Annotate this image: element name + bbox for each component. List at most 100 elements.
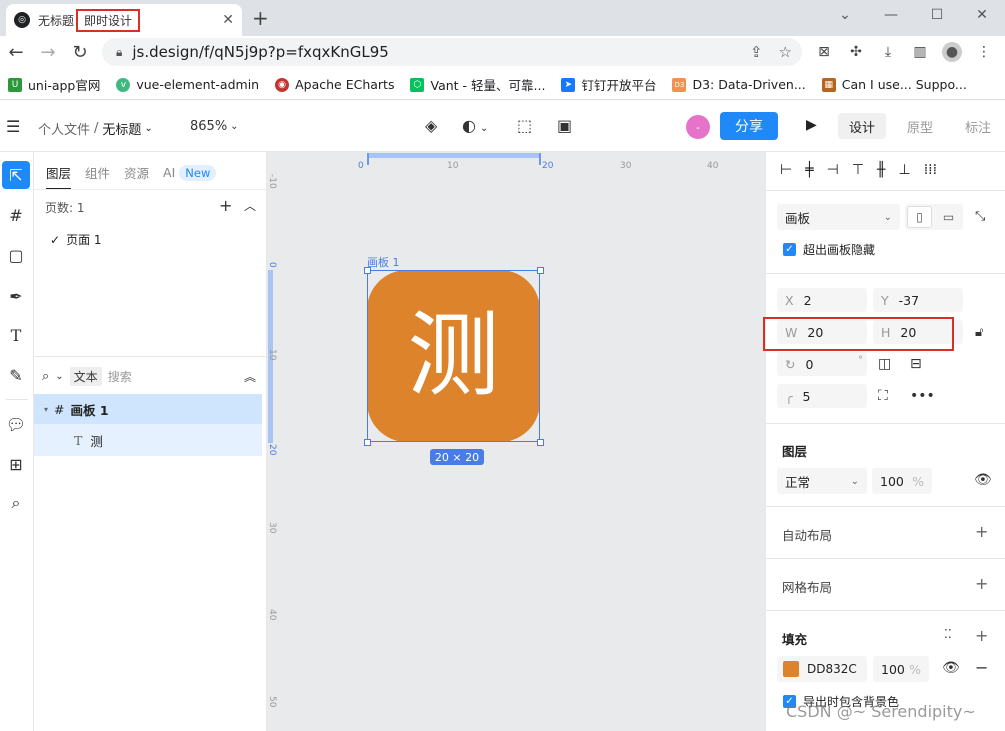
- fit-content-icon[interactable]: ⤡: [975, 209, 985, 224]
- tab-ai[interactable]: AI New: [163, 165, 217, 188]
- page-item[interactable]: ✓ 页面 1: [50, 231, 102, 248]
- align-left-icon[interactable]: ⊢: [780, 162, 792, 178]
- back-arrow-icon[interactable]: ←: [4, 42, 28, 63]
- layer-opacity-field[interactable]: 100 %: [872, 468, 932, 494]
- resize-handle-tr[interactable]: [537, 267, 544, 274]
- fill-styles-icon[interactable]: ⁚⁚: [944, 627, 952, 641]
- bookmark-d3[interactable]: D3 D3: Data-Driven...: [672, 77, 806, 92]
- add-fill-icon[interactable]: +: [975, 626, 988, 645]
- tab-prototype[interactable]: 原型: [896, 113, 944, 139]
- resize-handle-tl[interactable]: [364, 267, 371, 274]
- blend-mode-select[interactable]: 正常 ⌄: [777, 468, 867, 494]
- frame-tool-icon[interactable]: #: [2, 201, 30, 229]
- main-menu-icon[interactable]: ☰: [6, 117, 20, 136]
- layer-row-text[interactable]: T 测: [34, 424, 262, 456]
- lock-ratio-icon[interactable]: 🔓︎: [975, 325, 983, 340]
- fill-color-field[interactable]: DD832C: [777, 656, 867, 682]
- frame-type-select[interactable]: 画板 ⌄: [777, 204, 900, 230]
- rectangle-tool-icon[interactable]: ▢: [2, 241, 30, 269]
- flip-vertical-icon[interactable]: ⊟: [910, 356, 922, 372]
- contrast-icon[interactable]: ◐ ⌄: [462, 116, 488, 135]
- pencil-tool-icon[interactable]: ✎: [2, 361, 30, 389]
- tab-components[interactable]: 组件: [85, 163, 110, 190]
- y-field[interactable]: Y -37: [873, 288, 963, 312]
- fill-visibility-eye-icon[interactable]: 👁︎: [942, 660, 960, 676]
- comment-tool-icon[interactable]: 💬︎: [2, 410, 30, 438]
- new-tab-button[interactable]: +: [252, 6, 269, 30]
- browser-tab[interactable]: ◎ 无标题 即时设计 ✕: [6, 4, 242, 36]
- independent-corners-icon[interactable]: ⛶: [878, 388, 888, 404]
- add-page-icon[interactable]: +: [219, 196, 232, 215]
- profile-avatar-icon[interactable]: ●: [942, 42, 962, 62]
- pen-tool-icon[interactable]: ✒: [2, 282, 30, 310]
- tab-assets[interactable]: 资源: [124, 163, 149, 190]
- search-icon[interactable]: ⌕: [2, 489, 30, 517]
- color-swatch[interactable]: [783, 661, 799, 677]
- url-field[interactable]: 🔒︎ js.design/f/qN5j9p?p=fxqxKnGL95 ⇪ ☆: [102, 38, 802, 66]
- search-input[interactable]: 搜索: [108, 368, 132, 385]
- extensions-puzzle-icon[interactable]: ✣: [846, 42, 866, 62]
- rotation-field[interactable]: ↻ 0 °: [777, 352, 867, 376]
- breadcrumb-parent[interactable]: 个人文件: [38, 119, 90, 138]
- bookmark-caniuse[interactable]: ▦ Can I use... Suppo...: [821, 77, 967, 92]
- bookmark-vue-element-admin[interactable]: v vue-element-admin: [116, 77, 259, 92]
- align-middle-v-icon[interactable]: ╫: [877, 162, 885, 178]
- minimize-button[interactable]: —: [868, 0, 914, 30]
- tab-design[interactable]: 设计: [838, 113, 886, 139]
- forward-arrow-icon[interactable]: →: [36, 42, 60, 63]
- align-bottom-icon[interactable]: ⊥: [898, 162, 910, 178]
- chevron-down-icon[interactable]: ⌄: [144, 123, 152, 134]
- frame-fit-icon[interactable]: ▣: [557, 116, 572, 135]
- browser-menu-icon[interactable]: ⋮: [974, 42, 994, 62]
- zoom-dropdown[interactable]: 865% ⌄: [190, 119, 239, 134]
- frame-label[interactable]: 画板 1: [367, 254, 400, 270]
- align-center-h-icon[interactable]: ╪: [805, 162, 813, 178]
- close-window-button[interactable]: ✕: [959, 0, 1005, 30]
- fill-opacity-field[interactable]: 100 %: [873, 656, 929, 682]
- bookmark-echarts[interactable]: ◉ Apache ECharts: [275, 77, 394, 92]
- crop-icon[interactable]: ⬚: [517, 116, 532, 135]
- reload-icon[interactable]: ↻: [68, 42, 92, 63]
- maximize-button[interactable]: ☐: [914, 0, 960, 30]
- bookmark-vant[interactable]: ⬡ Vant - 轻量、可靠...: [410, 75, 545, 94]
- checkbox-checked-icon[interactable]: ✓: [783, 243, 796, 256]
- avatar[interactable]: -: [686, 115, 710, 139]
- component-icon[interactable]: ◈: [425, 116, 437, 135]
- share-page-icon[interactable]: ⇪: [750, 43, 763, 61]
- tab-layers[interactable]: 图层: [46, 163, 72, 190]
- remove-fill-icon[interactable]: −: [975, 658, 988, 677]
- caret-down-icon[interactable]: ▾: [44, 405, 48, 414]
- align-right-icon[interactable]: ⊣: [827, 162, 839, 178]
- layer-row-frame[interactable]: ▾ # 画板 1: [34, 394, 262, 424]
- x-field[interactable]: X 2: [777, 288, 867, 312]
- add-auto-layout-icon[interactable]: +: [975, 522, 988, 541]
- move-tool-icon[interactable]: ⇱: [2, 161, 30, 189]
- extension-x-icon[interactable]: ⊠: [814, 42, 834, 62]
- breadcrumb-current[interactable]: 无标题: [102, 119, 141, 138]
- tab-search-icon[interactable]: ⌄: [822, 0, 868, 30]
- play-icon[interactable]: ▶: [806, 117, 817, 133]
- tab-annotate[interactable]: 标注: [954, 113, 1002, 139]
- corner-radius-field[interactable]: ╭ 5: [777, 384, 867, 408]
- sidebar-icon[interactable]: ▥: [910, 42, 930, 62]
- landscape-icon[interactable]: ▭: [936, 206, 961, 228]
- bookmark-uniapp[interactable]: U uni-app官网: [8, 75, 100, 94]
- chevron-up-icon[interactable]: ︿: [244, 197, 256, 214]
- clip-content-option[interactable]: ✓ 超出画板隐藏: [783, 241, 875, 258]
- align-top-icon[interactable]: ⊤: [852, 162, 864, 178]
- collapse-all-icon[interactable]: ︽: [244, 368, 256, 385]
- filter-chip-text[interactable]: 文本: [69, 367, 102, 386]
- add-grid-layout-icon[interactable]: +: [975, 574, 988, 593]
- portrait-icon[interactable]: ▯: [907, 206, 933, 228]
- plugins-icon[interactable]: ⊞: [2, 450, 30, 478]
- flip-horizontal-icon[interactable]: ◫: [878, 356, 891, 372]
- resize-handle-bl[interactable]: [364, 439, 371, 446]
- resize-handle-br[interactable]: [537, 439, 544, 446]
- download-icon[interactable]: ⤓: [878, 42, 898, 62]
- share-button[interactable]: 分享: [720, 112, 778, 140]
- eye-icon[interactable]: 👁︎: [974, 472, 992, 488]
- bookmark-dingtalk[interactable]: ➤ 钉钉开放平台: [561, 75, 656, 94]
- bookmark-star-icon[interactable]: ☆: [779, 43, 792, 61]
- text-tool-icon[interactable]: T: [2, 321, 30, 349]
- more-options-icon[interactable]: •••: [910, 388, 935, 404]
